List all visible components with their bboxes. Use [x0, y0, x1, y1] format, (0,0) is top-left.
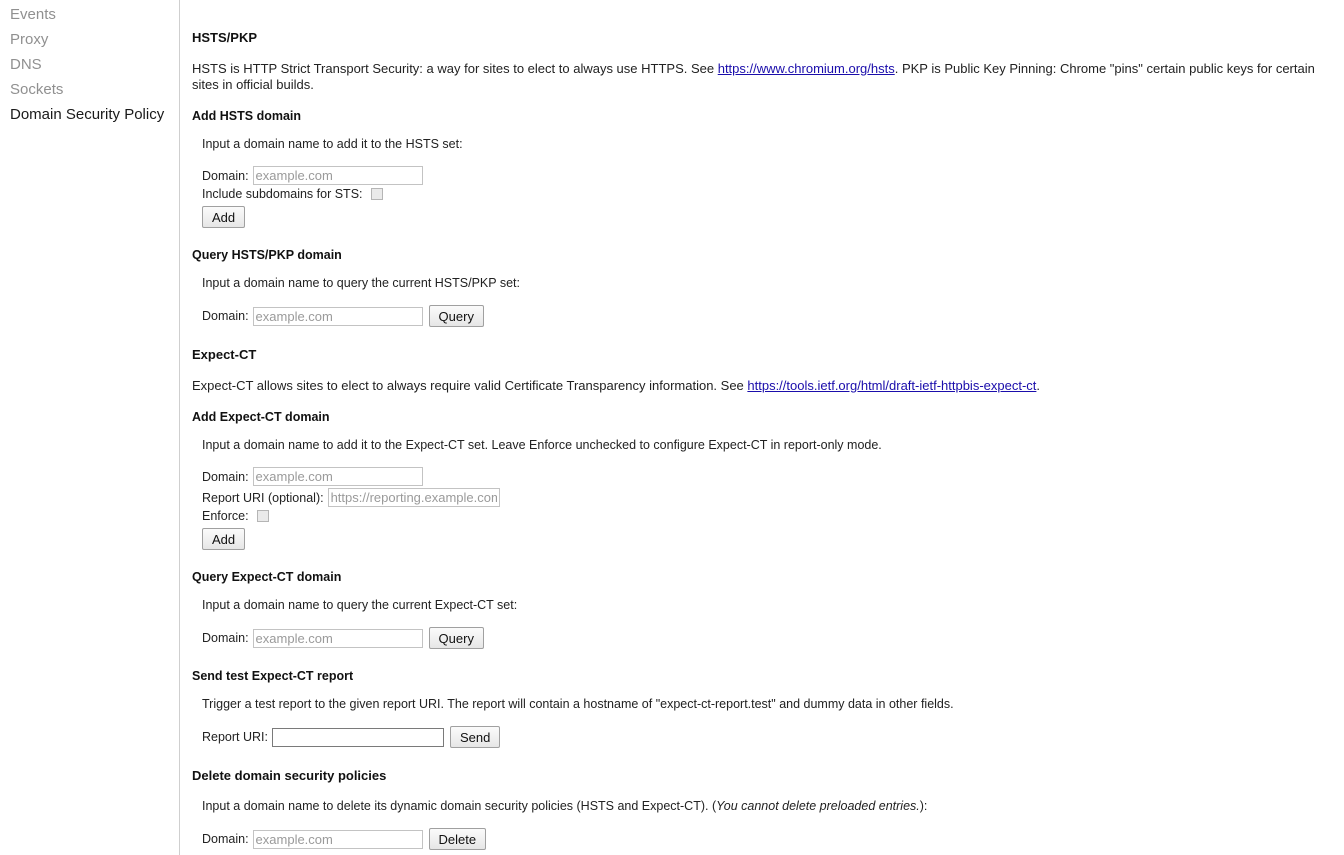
add-expect-ct-report-uri-label: Report URI (optional): — [202, 490, 324, 505]
send-test-report-uri-input[interactable] — [272, 727, 444, 747]
delete-policies-heading: Delete domain security policies — [192, 768, 387, 783]
add-expect-ct-domain-heading: Add Expect-CT domain — [192, 410, 330, 424]
send-test-report-heading: Send test Expect-CT report — [192, 669, 354, 683]
add-expect-ct-domain-block: Input a domain name to add it to the Exp… — [192, 438, 1330, 550]
expect-ct-description-post: . — [1036, 378, 1041, 393]
add-expect-ct-domain-input[interactable] — [252, 467, 423, 486]
add-expect-ct-button[interactable]: Add — [202, 528, 246, 550]
delete-hint-post: ): — [919, 799, 928, 813]
net-internals-page: Events Proxy DNS Sockets Domain Security… — [0, 0, 1344, 855]
send-test-report-uri-label: Report URI: — [202, 730, 268, 744]
delete-domain-label: Domain: — [202, 832, 249, 846]
sidebar-item-dns[interactable]: DNS — [0, 52, 179, 77]
add-expect-ct-domain-row: Domain: — [202, 467, 1330, 486]
query-hsts-hint: Input a domain name to query the current… — [202, 276, 520, 290]
delete-domain-row: Domain: Delete — [202, 828, 1330, 850]
delete-domain-button[interactable]: Delete — [428, 828, 487, 850]
add-expect-ct-report-uri-row: Report URI (optional): — [202, 488, 1330, 507]
delete-domain-input[interactable] — [252, 829, 423, 849]
hsts-description: HSTS is HTTP Strict Transport Security: … — [192, 61, 1330, 93]
delete-hint-italic: You cannot delete preloaded entries. — [716, 799, 920, 813]
expect-ct-description: Expect-CT allows sites to elect to alway… — [192, 378, 1330, 394]
add-expect-ct-enforce-row: Enforce: — [202, 509, 1330, 523]
delete-hint-pre: Input a domain name to delete its dynami… — [202, 799, 717, 813]
add-hsts-subdomains-label: Include subdomains for STS: — [202, 187, 363, 201]
query-expect-ct-domain-input[interactable] — [252, 628, 423, 648]
query-hsts-button[interactable]: Query — [428, 305, 484, 327]
send-test-report-hint: Trigger a test report to the given repor… — [202, 697, 954, 711]
query-hsts-domain-heading: Query HSTS/PKP domain — [192, 248, 342, 262]
add-expect-ct-hint: Input a domain name to add it to the Exp… — [202, 438, 882, 452]
query-expect-ct-domain-heading: Query Expect-CT domain — [192, 570, 342, 584]
expect-ct-section-title: Expect-CT — [192, 347, 257, 362]
query-expect-ct-button[interactable]: Query — [428, 627, 484, 649]
query-expect-ct-domain-row: Domain: Query — [202, 627, 1330, 649]
sidebar-item-domain-security-policy[interactable]: Domain Security Policy — [0, 102, 179, 127]
query-expect-ct-domain-label: Domain: — [202, 631, 249, 645]
query-hsts-domain-input[interactable] — [252, 306, 423, 326]
query-hsts-domain-block: Input a domain name to query the current… — [192, 276, 1330, 327]
add-expect-ct-domain-label: Domain: — [202, 469, 249, 484]
add-hsts-hint: Input a domain name to add it to the HST… — [202, 137, 463, 151]
add-expect-ct-enforce-label: Enforce: — [202, 509, 249, 523]
add-hsts-button[interactable]: Add — [202, 206, 246, 228]
add-hsts-domain-input[interactable] — [252, 166, 423, 185]
add-hsts-domain-block: Input a domain name to add it to the HST… — [192, 137, 1330, 228]
send-test-report-button[interactable]: Send — [450, 726, 501, 748]
expect-ct-description-pre: Expect-CT allows sites to elect to alway… — [192, 378, 748, 393]
expect-ct-ietf-link[interactable]: https://tools.ietf.org/html/draft-ietf-h… — [747, 378, 1036, 393]
sidebar: Events Proxy DNS Sockets Domain Security… — [0, 0, 180, 855]
query-hsts-domain-row: Domain: Query — [202, 305, 1330, 327]
add-hsts-subdomains-checkbox[interactable] — [370, 188, 383, 200]
query-expect-ct-hint: Input a domain name to query the current… — [202, 598, 518, 612]
query-expect-ct-domain-block: Input a domain name to query the current… — [192, 598, 1330, 649]
add-hsts-domain-row: Domain: — [202, 166, 1330, 185]
hsts-description-pre: HSTS is HTTP Strict Transport Security: … — [192, 61, 718, 76]
query-hsts-domain-label: Domain: — [202, 309, 249, 323]
add-hsts-subdomains-row: Include subdomains for STS: — [202, 187, 1330, 201]
hsts-chromium-link[interactable]: https://www.chromium.org/hsts — [718, 61, 895, 76]
sidebar-item-sockets[interactable]: Sockets — [0, 77, 179, 102]
send-test-report-uri-row: Report URI: Send — [202, 726, 1330, 748]
sidebar-item-proxy[interactable]: Proxy — [0, 27, 179, 52]
add-expect-ct-enforce-checkbox[interactable] — [256, 510, 269, 522]
send-test-report-block: Trigger a test report to the given repor… — [192, 697, 1330, 748]
add-hsts-domain-label: Domain: — [202, 168, 249, 183]
delete-policies-hint: Input a domain name to delete its dynami… — [202, 799, 1330, 814]
add-expect-ct-report-uri-input[interactable] — [327, 488, 500, 507]
delete-policies-block: Input a domain name to delete its dynami… — [192, 799, 1330, 850]
add-hsts-domain-heading: Add HSTS domain — [192, 109, 302, 123]
sidebar-item-events[interactable]: Events — [0, 2, 179, 27]
main-content: HSTS/PKP HSTS is HTTP Strict Transport S… — [180, 0, 1344, 855]
hsts-section-title: HSTS/PKP — [192, 30, 258, 45]
